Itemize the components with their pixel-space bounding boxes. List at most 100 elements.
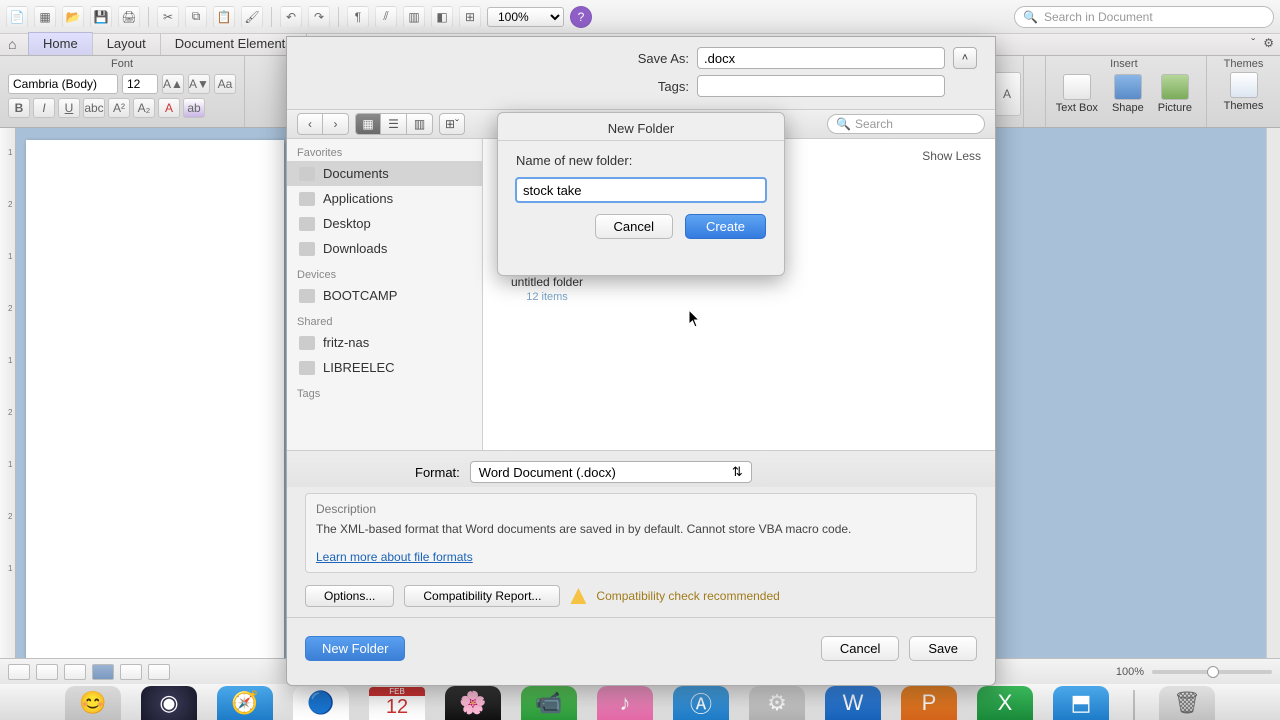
draft-view-icon[interactable] bbox=[8, 664, 30, 680]
underline-icon[interactable]: U bbox=[58, 98, 80, 118]
dock-excel-icon[interactable]: X bbox=[977, 686, 1033, 720]
expand-collapse-button[interactable]: ˄ bbox=[953, 47, 977, 69]
publishing-view-icon[interactable] bbox=[64, 664, 86, 680]
dock-appstore-icon[interactable]: Ⓐ bbox=[673, 686, 729, 720]
group-by-button[interactable]: ⊞ˇ bbox=[439, 113, 465, 135]
dock-calendar-icon[interactable]: FEB 12 bbox=[369, 686, 425, 720]
strikethrough-icon[interactable]: abc bbox=[83, 98, 105, 118]
tags-input[interactable] bbox=[697, 75, 945, 97]
select-chevron-icon: ⇅ bbox=[732, 464, 743, 480]
column-view-button[interactable]: ▥ bbox=[407, 113, 433, 135]
new-folder-button[interactable]: New Folder bbox=[305, 636, 405, 661]
sidebar-item-downloads[interactable]: Downloads bbox=[287, 236, 482, 261]
margins-icon[interactable]: ⫽ bbox=[375, 6, 397, 28]
search-document-field[interactable]: 🔍 Search in Document bbox=[1014, 6, 1274, 28]
sidebar-item-fritznas[interactable]: fritz-nas bbox=[287, 330, 482, 355]
finder-search-field[interactable]: 🔍 Search bbox=[827, 114, 985, 134]
font-color-icon[interactable]: A bbox=[158, 98, 180, 118]
dock-app-icon[interactable]: ⬒ bbox=[1053, 686, 1109, 720]
undo-icon[interactable]: ↶ bbox=[280, 6, 302, 28]
dock-photos-icon[interactable]: 🌸 bbox=[445, 686, 501, 720]
list-view-button[interactable]: ☰ bbox=[381, 113, 407, 135]
home-icon[interactable]: ⌂ bbox=[8, 36, 16, 52]
icon-view-button[interactable]: ▦ bbox=[355, 113, 381, 135]
compatibility-report-button[interactable]: Compatibility Report... bbox=[404, 585, 560, 607]
format-painter-icon[interactable]: 🖌 bbox=[241, 6, 263, 28]
options-button[interactable]: Options... bbox=[305, 585, 394, 607]
font-name-select[interactable] bbox=[8, 74, 118, 94]
sidebar-item-desktop[interactable]: Desktop bbox=[287, 211, 482, 236]
save-button[interactable]: Save bbox=[909, 636, 977, 661]
styles-icon[interactable]: A bbox=[993, 72, 1021, 116]
textbox-button[interactable]: Text Box bbox=[1056, 74, 1098, 114]
outline-view-icon[interactable] bbox=[36, 664, 58, 680]
copy-icon[interactable]: ⧉ bbox=[185, 6, 207, 28]
forward-button[interactable]: › bbox=[323, 113, 349, 135]
grow-font-icon[interactable]: A▲ bbox=[162, 74, 184, 94]
tab-home[interactable]: Home bbox=[28, 32, 93, 55]
dock-word-icon[interactable]: W bbox=[825, 686, 881, 720]
new-folder-cancel-button[interactable]: Cancel bbox=[595, 214, 673, 239]
font-size-select[interactable] bbox=[122, 74, 158, 94]
new-folder-title: New Folder bbox=[498, 113, 784, 141]
paste-icon[interactable]: 📋 bbox=[213, 6, 235, 28]
dock-siri-icon[interactable]: ◉ bbox=[141, 686, 197, 720]
show-less-button[interactable]: Show Less bbox=[922, 149, 981, 163]
zoom-slider[interactable] bbox=[1152, 670, 1272, 674]
dock-trash-icon[interactable]: 🗑 bbox=[1159, 686, 1215, 720]
print-icon[interactable]: 🖨 bbox=[118, 6, 140, 28]
new-folder-create-button[interactable]: Create bbox=[685, 214, 766, 239]
open-icon[interactable]: 📂 bbox=[62, 6, 84, 28]
dock-preferences-icon[interactable]: ⚙ bbox=[749, 686, 805, 720]
dock-powerpoint-icon[interactable]: P bbox=[901, 686, 957, 720]
picture-button[interactable]: Picture bbox=[1158, 74, 1192, 114]
superscript-icon[interactable]: A² bbox=[108, 98, 130, 118]
highlight-icon[interactable]: ab bbox=[183, 98, 205, 118]
ribbon-collapse-icon[interactable]: ˇ bbox=[1251, 36, 1255, 50]
tab-document-elements[interactable]: Document Elements bbox=[161, 33, 307, 55]
dock-facetime-icon[interactable]: 📹 bbox=[521, 686, 577, 720]
save-icon[interactable]: 💾 bbox=[90, 6, 112, 28]
themes-button[interactable]: Themes bbox=[1224, 72, 1264, 112]
shrink-font-icon[interactable]: A▼ bbox=[188, 74, 210, 94]
clear-format-icon[interactable]: Aa bbox=[214, 74, 236, 94]
ribbon-settings-icon[interactable]: ⚙ bbox=[1263, 36, 1274, 50]
compatibility-warning: Compatibility check recommended bbox=[596, 589, 779, 603]
redo-icon[interactable]: ↷ bbox=[308, 6, 330, 28]
subscript-icon[interactable]: A₂ bbox=[133, 98, 155, 118]
format-description: Description The XML-based format that Wo… bbox=[305, 493, 977, 573]
sidebar-item-bootcamp[interactable]: BOOTCAMP bbox=[287, 283, 482, 308]
tab-layout[interactable]: Layout bbox=[93, 33, 161, 55]
focus-view-icon[interactable] bbox=[148, 664, 170, 680]
shape-button[interactable]: Shape bbox=[1112, 74, 1144, 114]
sidebar-item-documents[interactable]: Documents bbox=[287, 161, 482, 186]
sidebar-icon[interactable]: ◧ bbox=[431, 6, 453, 28]
columns-icon[interactable]: ▥ bbox=[403, 6, 425, 28]
sidebar-item-libreelec[interactable]: LIBREELEC bbox=[287, 355, 482, 380]
template-icon[interactable]: ▦ bbox=[34, 6, 56, 28]
help-icon[interactable]: ? bbox=[570, 6, 592, 28]
document-page[interactable] bbox=[26, 140, 284, 658]
dock-finder-icon[interactable]: 😊 bbox=[65, 686, 121, 720]
notebook-view-icon[interactable] bbox=[120, 664, 142, 680]
gallery-icon[interactable]: ⊞ bbox=[459, 6, 481, 28]
new-doc-icon[interactable]: 📄 bbox=[6, 6, 28, 28]
dock-itunes-icon[interactable]: ♪ bbox=[597, 686, 653, 720]
zoom-select[interactable]: 100% bbox=[487, 7, 564, 27]
vertical-scrollbar[interactable] bbox=[1266, 128, 1280, 658]
print-layout-view-icon[interactable] bbox=[92, 664, 114, 680]
bold-icon[interactable]: B bbox=[8, 98, 30, 118]
sidebar-item-applications[interactable]: Applications bbox=[287, 186, 482, 211]
dock-safari-icon[interactable]: 🧭 bbox=[217, 686, 273, 720]
cut-icon[interactable]: ✂ bbox=[157, 6, 179, 28]
learn-more-link[interactable]: Learn more about file formats bbox=[316, 550, 473, 564]
search-icon: 🔍 bbox=[836, 117, 851, 131]
italic-icon[interactable]: I bbox=[33, 98, 55, 118]
save-as-input[interactable] bbox=[697, 47, 945, 69]
pilcrow-icon[interactable]: ¶ bbox=[347, 6, 369, 28]
cancel-button[interactable]: Cancel bbox=[821, 636, 899, 661]
new-folder-name-input[interactable] bbox=[516, 178, 766, 202]
back-button[interactable]: ‹ bbox=[297, 113, 323, 135]
format-select[interactable]: Word Document (.docx) ⇅ bbox=[470, 461, 752, 483]
dock-chrome-icon[interactable]: 🔵 bbox=[293, 686, 349, 720]
